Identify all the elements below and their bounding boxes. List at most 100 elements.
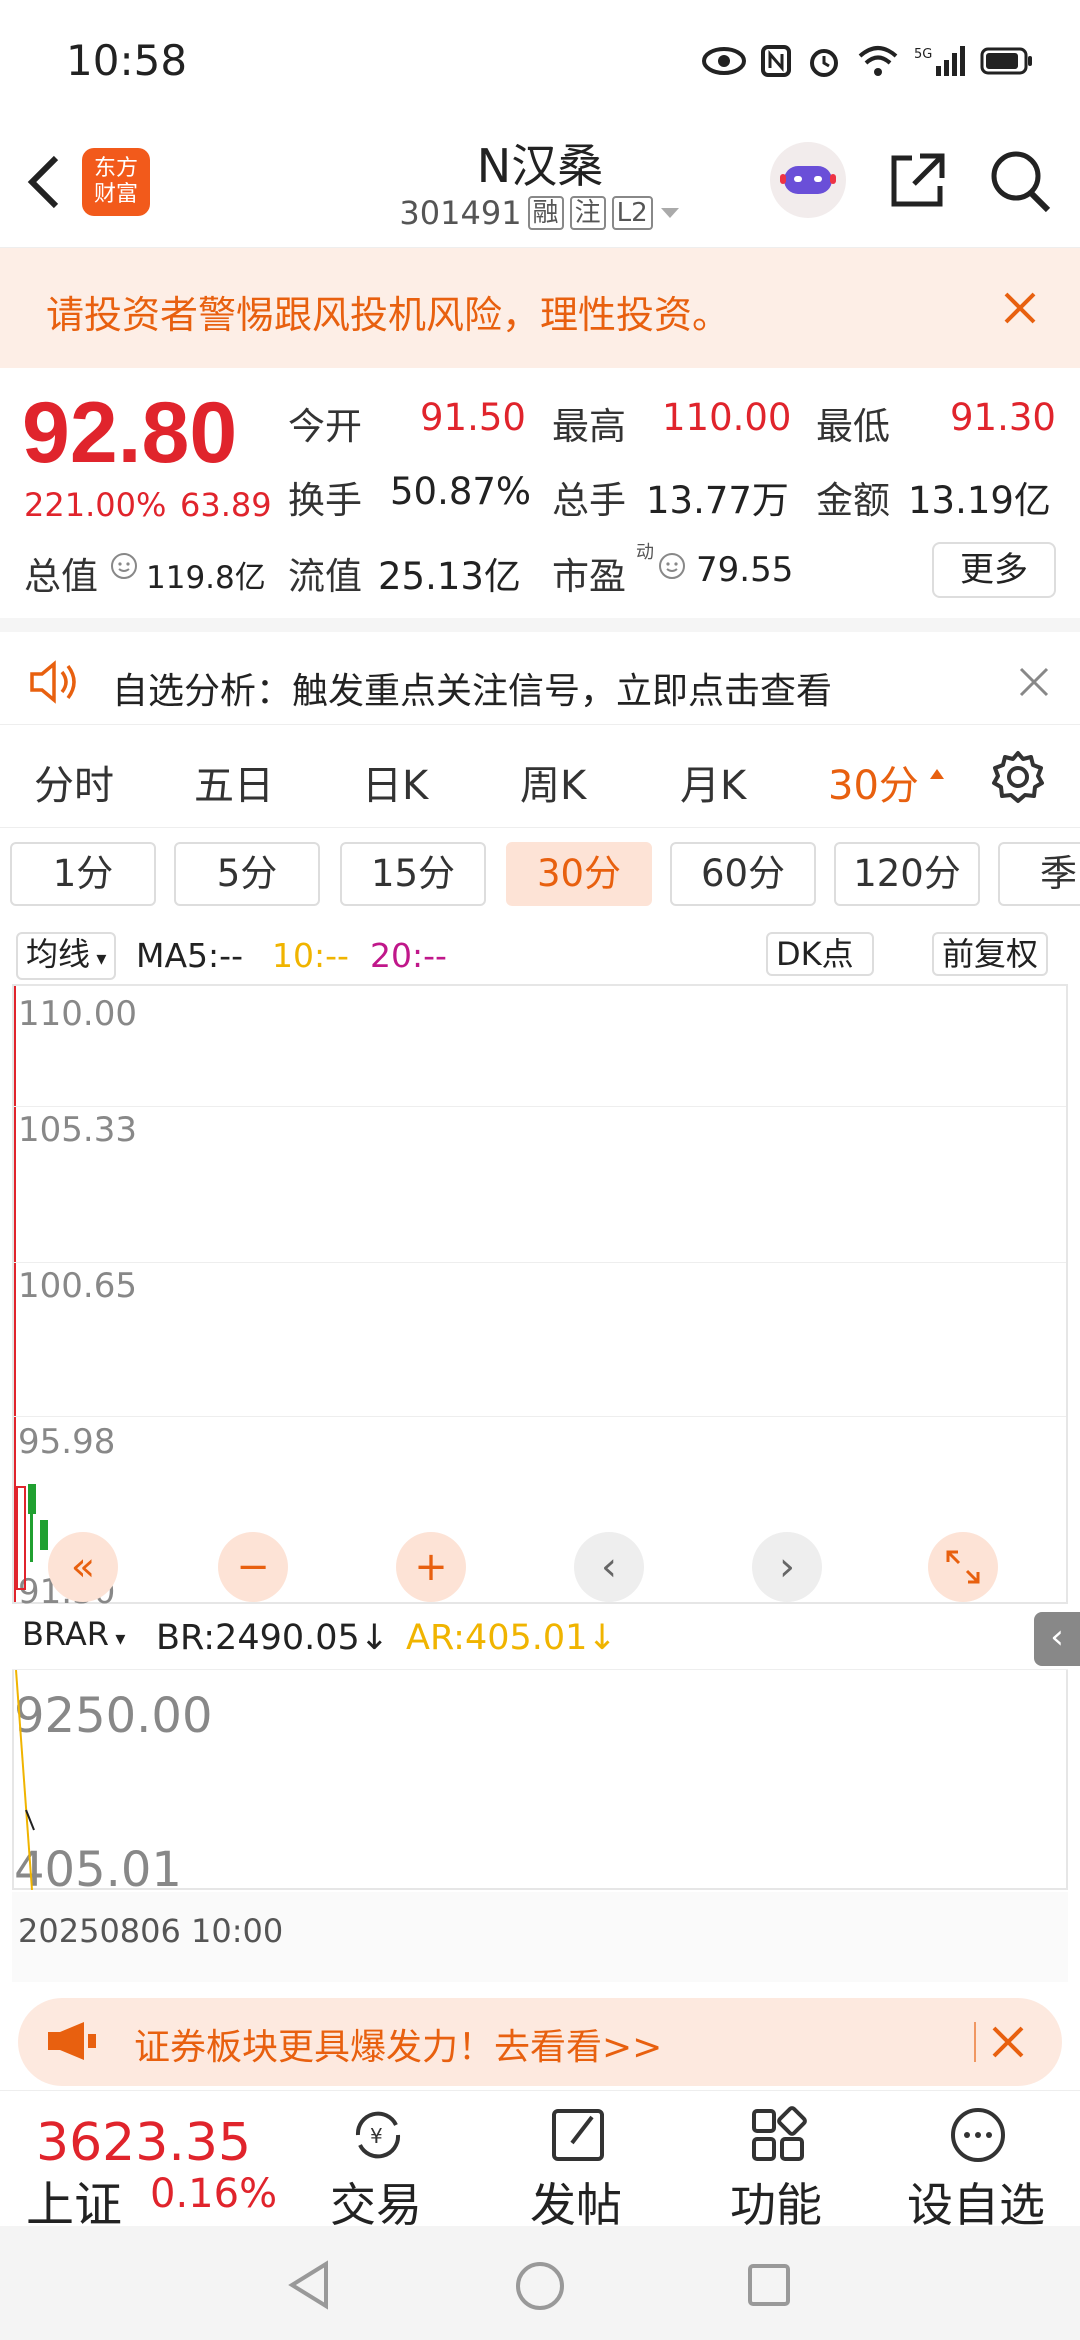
megaphone-icon	[48, 2022, 96, 2060]
nav-add-watchlist[interactable]: 设自选	[876, 2091, 1076, 2232]
caret-up-icon	[930, 769, 944, 779]
scroll-left-icon[interactable]: ‹	[574, 1532, 644, 1602]
ma5-readout: MA5:--	[136, 936, 243, 975]
info-smile-icon[interactable]	[658, 552, 686, 580]
tag-margin: 融	[527, 196, 564, 230]
mtab-5min[interactable]: 5分	[174, 842, 320, 906]
recents-square-icon[interactable]	[746, 2262, 792, 2308]
low-value: 91.30	[950, 396, 1056, 439]
brar-selector[interactable]: BRAR ▾	[14, 1614, 133, 1658]
fullscreen-icon[interactable]	[928, 1532, 998, 1602]
scroll-right-icon[interactable]: ›	[752, 1532, 822, 1602]
robot-assistant-icon[interactable]	[770, 142, 846, 218]
info-smile-icon[interactable]	[110, 552, 138, 580]
adjust-button[interactable]: 前复权	[932, 932, 1049, 976]
nav-post[interactable]: 发帖	[476, 2091, 676, 2232]
back-arrow-icon[interactable]	[24, 152, 64, 212]
ar-value: AR:405.01	[406, 1618, 588, 1658]
more-dots-icon	[951, 2108, 1005, 2162]
y-tick-label: 110.00	[18, 994, 137, 1034]
ma-selector[interactable]: 均线 ▾	[16, 932, 117, 980]
logo-line-1: 东方	[93, 156, 138, 181]
stock-header: 东方 财富 N汉桑 301491 融 注 L2	[0, 120, 1080, 248]
br-readout: BR:2490.05↓	[156, 1618, 390, 1658]
mtab-120min[interactable]: 120分	[834, 842, 980, 906]
kline-chart[interactable]: 110.00 105.33 100.65 95.98 91.30 « − + ‹…	[12, 984, 1068, 1612]
nav-functions[interactable]: 功能	[676, 2091, 876, 2232]
stock-code: 301491	[399, 194, 522, 232]
change-percent: 221.00%	[24, 486, 167, 524]
candle-wick	[30, 1512, 33, 1562]
eye-icon	[702, 47, 746, 75]
tab-monthly-k[interactable]: 月K	[680, 753, 746, 811]
mtab-60min[interactable]: 60分	[670, 842, 816, 906]
gear-icon[interactable]	[990, 749, 1046, 805]
promo-banner[interactable]: 证券板块更具爆发力！去看看>>	[18, 1998, 1062, 2086]
y-tick-label: 100.65	[18, 1266, 137, 1306]
index-ticker[interactable]: 3623.35 上证 0.16%	[0, 2091, 300, 2233]
trade-icon: ¥	[355, 2111, 401, 2159]
collapse-panel-icon[interactable]: ‹	[1034, 1612, 1080, 1666]
tag-registered: 注	[569, 196, 606, 230]
brar-indicator-row: BRAR ▾ BR:2490.05↓ AR:405.01↓ ‹	[12, 1606, 1080, 1670]
speaker-icon	[30, 660, 76, 704]
alarm-icon	[810, 49, 838, 77]
mtab-30min[interactable]: 30分	[506, 842, 652, 906]
index-value: 3623.35	[36, 2113, 252, 2173]
share-icon[interactable]	[886, 150, 948, 212]
mtab-quarter[interactable]: 季	[998, 842, 1080, 906]
tab-30min[interactable]: 30分	[828, 753, 919, 811]
indicator-row: 均线 ▾ MA5:-- 10:-- 20:-- DK点 前复权	[0, 928, 1080, 984]
chart-date: 20250806 10:00	[18, 1912, 284, 1950]
quote-panel: 92.80 221.00% 63.89 今开 91.50 最高 110.00 最…	[0, 368, 1080, 618]
index-change: 0.16%	[150, 2171, 278, 2217]
turnover-value: 50.87%	[390, 470, 532, 513]
dk-label: DK点	[776, 935, 854, 973]
tab-daily-k[interactable]: 日K	[362, 753, 428, 811]
analysis-bar[interactable]: 自选分析：触发重点关注信号，立即点击查看	[0, 618, 1080, 724]
grid-line	[14, 1262, 1066, 1263]
br-value: BR:2490.05	[156, 1618, 360, 1658]
svg-text:¥: ¥	[370, 2124, 383, 2148]
ma-label: 均线	[26, 935, 91, 973]
dropdown-icon	[660, 208, 679, 218]
back-triangle-icon[interactable]	[286, 2260, 332, 2310]
mtab-1min[interactable]: 1分	[10, 842, 156, 906]
risk-warning-text: 请投资者警惕跟风投机风险，理性投资。	[46, 293, 731, 337]
zoom-out-icon[interactable]: −	[218, 1532, 288, 1602]
close-icon[interactable]	[1018, 666, 1050, 698]
status-icons: 5G	[702, 36, 1034, 86]
grid-apps-icon	[752, 2106, 807, 2161]
close-icon[interactable]	[990, 2024, 1026, 2060]
app-logo[interactable]: 东方 财富	[82, 148, 150, 216]
float-value: 25.13亿	[378, 555, 521, 598]
stock-name: N汉桑	[476, 139, 604, 193]
more-button[interactable]: 更多	[932, 542, 1056, 598]
mtab-15min[interactable]: 15分	[340, 842, 486, 906]
ma20-readout: 20:--	[370, 936, 447, 975]
close-icon[interactable]	[1002, 290, 1038, 326]
dk-point-button[interactable]: DK点	[766, 932, 874, 976]
brar-label: BRAR	[22, 1615, 110, 1653]
change-amount: 63.89	[180, 486, 272, 524]
system-nav-bar	[0, 2226, 1080, 2340]
status-time: 10:58	[66, 36, 188, 85]
ar-readout: AR:405.01↓	[406, 1618, 617, 1658]
tab-intraday[interactable]: 分时	[34, 753, 114, 811]
nav-trade[interactable]: ¥ 交易	[276, 2091, 476, 2232]
divider	[974, 2022, 976, 2062]
stock-code-row[interactable]: 301491 融 注 L2	[340, 194, 740, 232]
search-icon[interactable]	[988, 148, 1052, 214]
zoom-in-icon[interactable]: +	[396, 1532, 466, 1602]
amount-label: 金额	[816, 479, 890, 522]
tab-five-day[interactable]: 五日	[194, 753, 274, 811]
brar-chart[interactable]: 9250.00 405.01	[12, 1670, 1068, 1898]
home-circle-icon[interactable]	[514, 2260, 566, 2312]
minute-tabs: 1分 5分 15分 30分 60分 120分 季	[0, 828, 1080, 928]
pe-superscript: 动	[636, 542, 654, 563]
date-bar: 20250806 10:00	[12, 1892, 1068, 1982]
scroll-start-icon[interactable]: «	[48, 1532, 118, 1602]
mktcap-value: 119.8亿	[146, 560, 266, 596]
open-label: 今开	[288, 405, 362, 448]
tab-weekly-k[interactable]: 周K	[520, 753, 586, 811]
